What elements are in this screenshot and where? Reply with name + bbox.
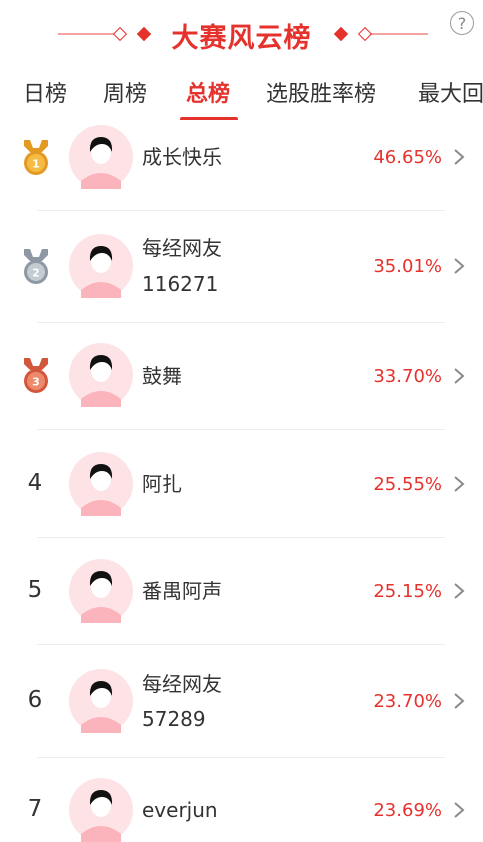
chevron-right-icon[interactable] xyxy=(452,147,466,167)
avatar[interactable] xyxy=(69,234,133,298)
user-name[interactable]: 每经网友 xyxy=(142,231,222,265)
chevron-right-icon[interactable] xyxy=(452,474,466,494)
ranking-row[interactable]: 6 每经网友 57289 23.70% xyxy=(0,645,483,757)
ranking-row[interactable]: 5 番禺阿声 25.15% xyxy=(0,538,483,644)
user-name[interactable]: 番禺阿声 xyxy=(142,574,222,608)
ranking-row[interactable]: 3 鼓舞 33.70% xyxy=(0,323,483,429)
chevron-right-icon[interactable] xyxy=(452,691,466,711)
silver-medal-icon: 2 xyxy=(24,249,48,284)
avatar[interactable] xyxy=(69,125,133,189)
tab-overall[interactable]: 总榜 xyxy=(186,76,230,108)
avatar[interactable] xyxy=(69,452,133,516)
page-header: 大赛风云榜 ? xyxy=(0,0,483,70)
ranking-tabs: 日榜 周榜 总榜 选股胜率榜 最大回 xyxy=(0,70,483,120)
title-decoration-right xyxy=(370,33,428,35)
medal-number: 3 xyxy=(32,376,40,389)
ranking-row[interactable]: 7 everjun 23.69% xyxy=(0,758,483,842)
avatar[interactable] xyxy=(69,559,133,623)
gold-medal-icon: 1 xyxy=(24,140,48,175)
chevron-right-icon[interactable] xyxy=(452,800,466,820)
chevron-right-icon[interactable] xyxy=(452,581,466,601)
tab-stock-win-rate[interactable]: 选股胜率榜 xyxy=(266,76,376,108)
rank-number: 5 xyxy=(27,577,43,603)
avatar[interactable] xyxy=(69,778,133,842)
tab-daily[interactable]: 日榜 xyxy=(23,76,67,108)
medal-number: 1 xyxy=(32,158,40,171)
user-name[interactable]: 阿扎 xyxy=(142,467,182,501)
user-name[interactable]: everjun xyxy=(142,793,218,827)
chevron-right-icon[interactable] xyxy=(452,256,466,276)
rank-number: 4 xyxy=(27,470,43,496)
avatar[interactable] xyxy=(69,343,133,407)
return-rate: 25.55% xyxy=(373,474,442,495)
ranking-row[interactable]: 4 阿扎 25.55% xyxy=(0,430,483,537)
return-rate: 25.15% xyxy=(373,581,442,602)
rank-number: 6 xyxy=(27,687,43,713)
ranking-row[interactable]: 1 成长快乐 46.65% xyxy=(0,120,483,210)
ranking-row[interactable]: 2 每经网友 116271 35.01% xyxy=(0,211,483,322)
chevron-right-icon[interactable] xyxy=(452,366,466,386)
return-rate: 23.69% xyxy=(373,800,442,821)
return-rate: 23.70% xyxy=(373,691,442,712)
return-rate: 46.65% xyxy=(373,147,442,168)
bronze-medal-icon: 3 xyxy=(24,358,48,393)
user-name[interactable]: 鼓舞 xyxy=(142,359,182,393)
user-name[interactable]: 每经网友 xyxy=(142,667,222,701)
medal-number: 2 xyxy=(32,267,40,280)
tab-max-drawdown[interactable]: 最大回 xyxy=(418,76,483,108)
return-rate: 33.70% xyxy=(373,366,442,387)
page-title: 大赛风云榜 xyxy=(171,23,312,54)
avatar[interactable] xyxy=(69,669,133,733)
user-name[interactable]: 成长快乐 xyxy=(142,140,222,174)
user-name-line2[interactable]: 57289 xyxy=(142,702,206,736)
return-rate: 35.01% xyxy=(373,256,442,277)
help-icon[interactable]: ? xyxy=(450,11,474,35)
tab-weekly[interactable]: 周榜 xyxy=(103,76,147,108)
rank-number: 7 xyxy=(27,796,43,822)
user-name-line2[interactable]: 116271 xyxy=(142,267,218,301)
